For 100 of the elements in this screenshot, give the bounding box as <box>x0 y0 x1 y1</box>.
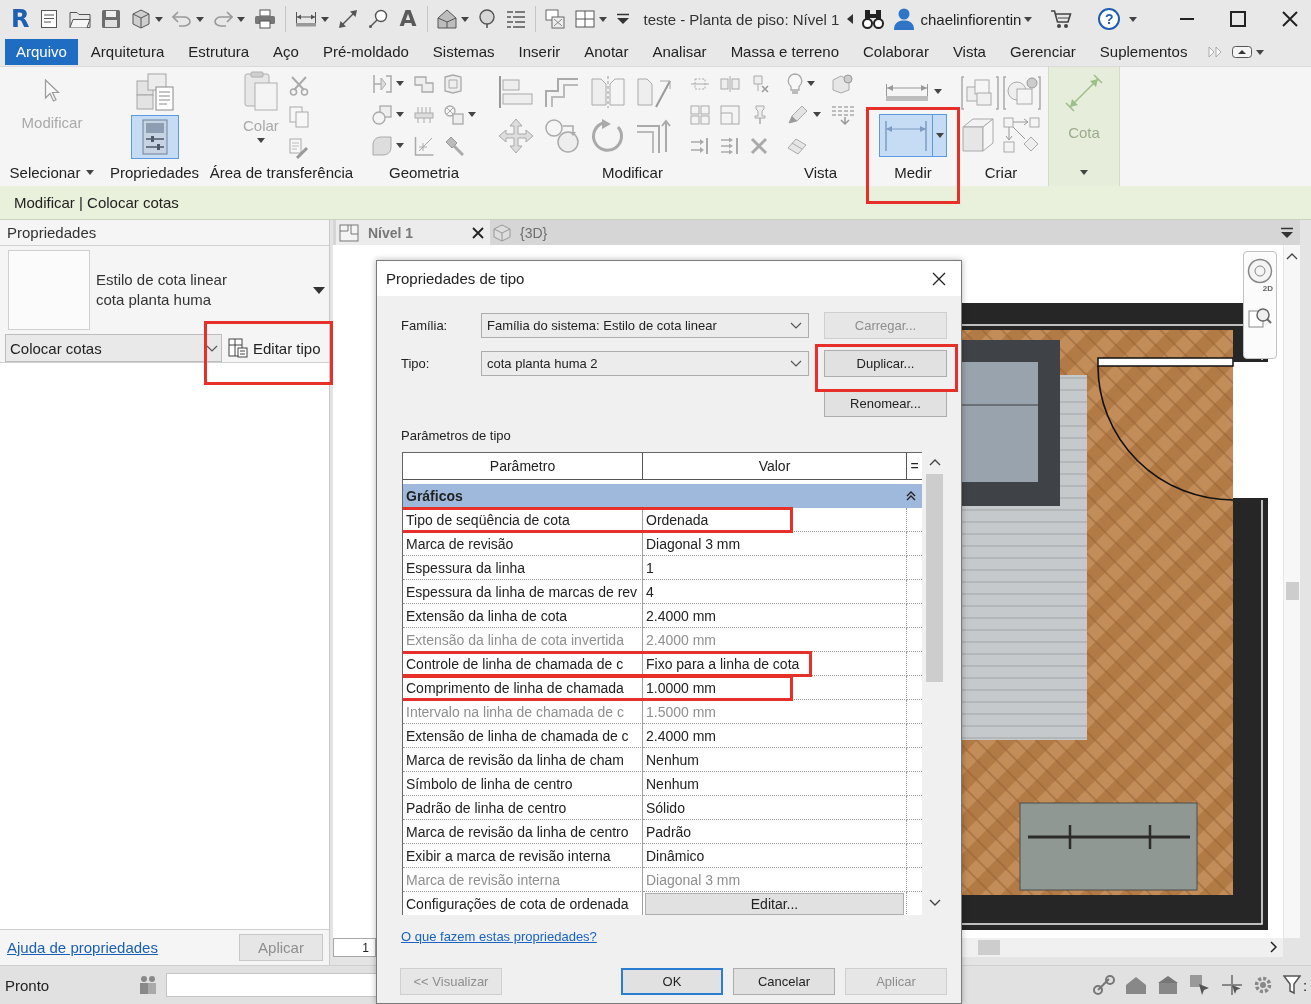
copy-icon[interactable] <box>288 106 309 128</box>
ribbon-tab[interactable]: Sistemas <box>421 39 506 65</box>
help-link[interactable]: O que fazem estas propriedades? <box>401 929 597 944</box>
help-button[interactable]: ? <box>1098 8 1121 30</box>
chevron-down-icon[interactable] <box>206 344 218 352</box>
caret-icon[interactable] <box>396 81 404 86</box>
caret-icon[interactable] <box>1024 16 1033 22</box>
close-icon[interactable] <box>932 271 946 286</box>
scroll-thumb[interactable] <box>978 940 1000 955</box>
pin-icon[interactable] <box>477 9 496 29</box>
scale-field[interactable]: 1 <box>333 938 376 957</box>
chain-link-icon[interactable] <box>1093 975 1115 995</box>
hexagon-icon[interactable] <box>444 73 462 94</box>
brush-icon[interactable] <box>288 138 309 160</box>
element-filter-dropdown[interactable]: Colocar cotas <box>5 334 222 362</box>
caret-icon[interactable] <box>1129 16 1138 22</box>
caret-icon[interactable] <box>86 170 95 175</box>
type-dropdown[interactable]: cota planta huma 2 <box>481 351 809 376</box>
arrows-bar-icon[interactable] <box>719 136 740 155</box>
scissors-icon[interactable] <box>288 76 309 96</box>
ribbon-tab[interactable]: Vista <box>941 39 997 65</box>
x-mark-icon[interactable] <box>749 136 768 155</box>
people-icon[interactable] <box>138 975 158 995</box>
align-icon[interactable] <box>497 75 534 109</box>
tile-windows-icon[interactable] <box>574 10 595 28</box>
l-shape-icon[interactable] <box>414 73 434 94</box>
view-tab[interactable]: Nível 1 <box>336 220 490 245</box>
caret-icon[interactable] <box>812 112 821 117</box>
dialog-button[interactable]: Duplicar... <box>824 350 947 377</box>
scroll-down-icon[interactable] <box>928 899 941 906</box>
rotate-icon[interactable] <box>589 118 626 154</box>
user-name[interactable]: chaelinfiorentin <box>920 10 1022 28</box>
edit-button[interactable]: Editar... <box>645 892 904 915</box>
horizontal-scrollbar[interactable] <box>962 938 1283 957</box>
ribbon-tab[interactable]: Inserir <box>507 39 572 65</box>
list-icon[interactable] <box>505 10 526 28</box>
dialog-button[interactable]: OK <box>621 968 723 995</box>
ribbon-tab[interactable]: Anotar <box>573 39 640 65</box>
circle-square-icon[interactable] <box>1003 75 1041 111</box>
gear-icon[interactable] <box>1253 975 1273 995</box>
maximize-icon[interactable] <box>1230 11 1246 27</box>
striped-bar-icon[interactable] <box>414 105 434 124</box>
edit-type-button[interactable]: Editar tipo <box>226 336 323 360</box>
folder-icon[interactable] <box>69 10 92 28</box>
double-chevron-icon[interactable] <box>1208 46 1223 58</box>
ribbon-tab[interactable]: Pré-moldado <box>311 39 420 65</box>
cubes-icon[interactable] <box>961 75 999 111</box>
printer-icon[interactable] <box>254 9 277 29</box>
scroll-up-icon[interactable] <box>928 459 941 466</box>
caret-icon[interactable] <box>396 112 404 117</box>
caret-icon[interactable] <box>468 112 476 117</box>
cursor-square-icon[interactable] <box>1189 974 1211 996</box>
ribbon-tab[interactable]: Arquitetura <box>79 39 176 65</box>
building-icon[interactable] <box>1157 975 1179 995</box>
caret-icon[interactable] <box>321 16 330 22</box>
dashed-lines-icon[interactable] <box>830 104 855 125</box>
ribbon-tab[interactable]: Estrutura <box>177 39 261 65</box>
ribbon-tab[interactable]: Arquivo <box>5 39 78 65</box>
mirror-line-icon[interactable] <box>635 75 672 109</box>
customize-caret-icon[interactable] <box>1280 226 1294 239</box>
close-icon[interactable] <box>472 226 484 239</box>
circles-icon[interactable] <box>543 118 580 154</box>
group-header[interactable]: Gráficos <box>403 484 922 508</box>
steering-wheel-icon[interactable] <box>1247 258 1273 284</box>
left-triangle-icon[interactable] <box>847 14 854 24</box>
close-icon[interactable] <box>1282 11 1298 27</box>
document-icon[interactable] <box>39 9 60 29</box>
dimension-icon[interactable] <box>295 11 318 27</box>
cube-icon[interactable] <box>131 9 152 29</box>
dropdown-caret-icon[interactable] <box>313 286 325 294</box>
four-squares-icon[interactable] <box>689 104 710 125</box>
caret-icon[interactable] <box>460 16 469 22</box>
filter-icon[interactable] <box>1283 975 1301 995</box>
caret-icon[interactable] <box>806 81 815 86</box>
help-link[interactable]: Ajuda de propriedades <box>7 939 158 956</box>
scroll-up-icon[interactable] <box>1286 253 1298 260</box>
scroll-thumb[interactable] <box>926 474 943 682</box>
move-arrows-icon[interactable] <box>497 118 534 154</box>
collapse-icon[interactable] <box>906 491 916 501</box>
diagonal-arrow-icon[interactable] <box>338 9 359 29</box>
chevron-down-icon[interactable] <box>790 360 802 367</box>
cart-icon[interactable] <box>1050 9 1073 29</box>
hammer-icon[interactable] <box>444 135 464 156</box>
scroll-thumb[interactable] <box>1286 582 1299 600</box>
offset-lines-icon[interactable] <box>543 75 580 109</box>
crosshair-cursor-icon[interactable] <box>1221 974 1243 996</box>
eraser-icon[interactable] <box>786 136 807 155</box>
caret-icon[interactable] <box>935 132 944 138</box>
ribbon-tab[interactable]: Massa e terreno <box>719 39 850 65</box>
scroll-right-icon[interactable] <box>1270 941 1277 953</box>
customize-caret-icon[interactable] <box>615 13 630 25</box>
caret-icon[interactable] <box>196 16 205 22</box>
app-logo[interactable]: R <box>11 5 30 33</box>
caret-icon[interactable] <box>598 16 607 22</box>
arrows-bar-icon[interactable] <box>689 136 710 155</box>
ribbon-tab[interactable]: Aço <box>262 39 310 65</box>
caret-icon[interactable] <box>237 16 246 22</box>
chevron-down-icon[interactable] <box>790 322 802 329</box>
binoculars-icon[interactable] <box>862 9 885 29</box>
zoom-icon[interactable] <box>1248 306 1272 330</box>
